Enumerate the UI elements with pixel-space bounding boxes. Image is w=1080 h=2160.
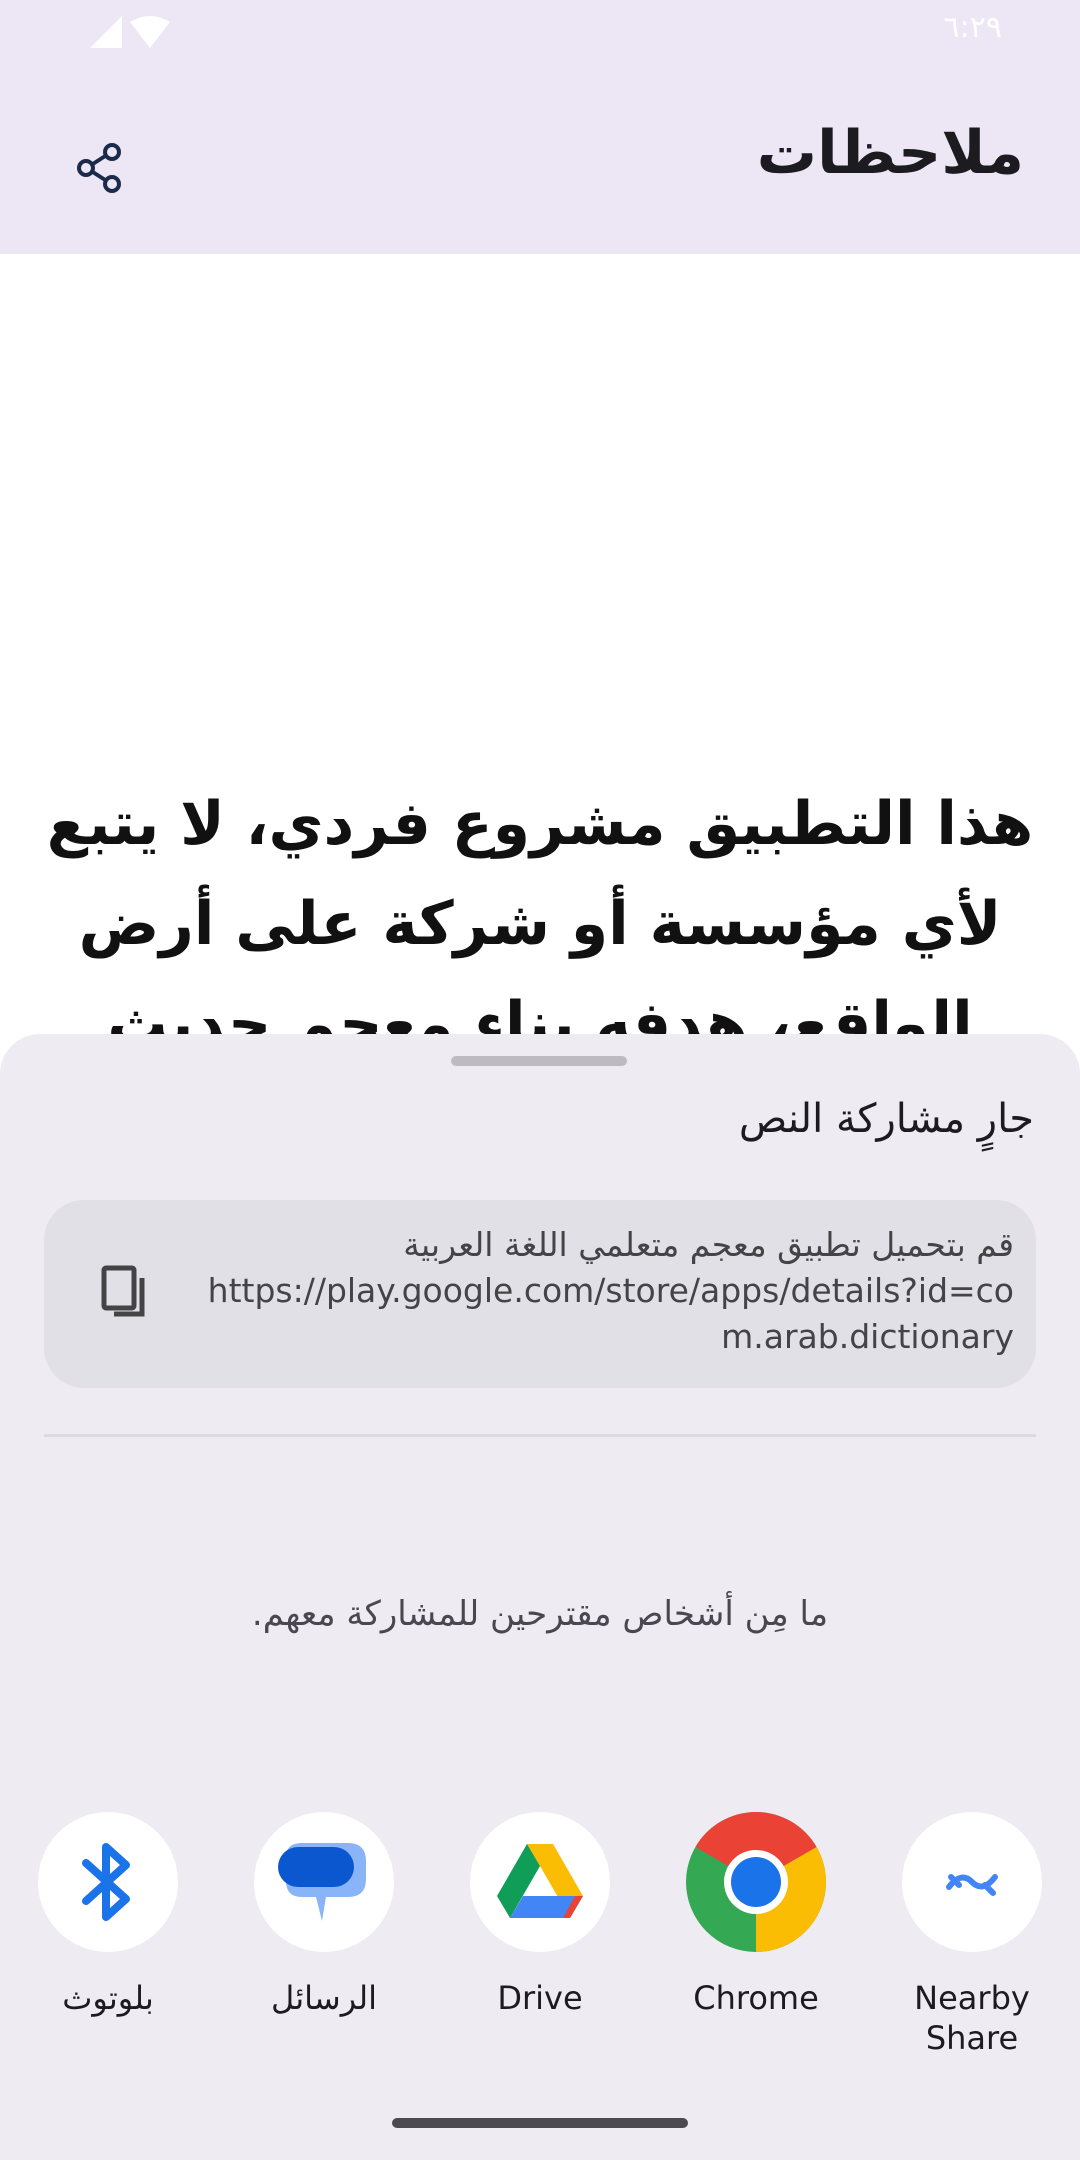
share-target-nearby[interactable]: Nearby Share xyxy=(882,1812,1062,2058)
share-targets: Nearby Share Chrome Drive الرسائل بلوتوث xyxy=(0,1812,1080,2112)
note-content: هذا التطبيق مشروع فردي، لا يتبع لأي مؤسس… xyxy=(0,254,1080,1054)
bluetooth-icon xyxy=(82,1843,130,1921)
copy-icon xyxy=(101,1265,145,1317)
page-title: ملاحظات xyxy=(756,118,1024,188)
share-target-messages[interactable]: الرسائل xyxy=(234,1812,414,2018)
share-target-label: بلوتوث xyxy=(62,1979,154,2017)
drive-icon xyxy=(497,1844,583,1918)
share-target-chrome[interactable]: Chrome xyxy=(666,1812,846,2018)
share-target-label: الرسائل xyxy=(271,1979,377,2017)
share-button[interactable] xyxy=(60,128,140,208)
share-sheet: جارٍ مشاركة النص قم بتحميل تطبيق معجم مت… xyxy=(0,1034,1080,2160)
status-bar: ٦:٢٩ xyxy=(0,0,1080,60)
app-bar: ملاحظات xyxy=(0,60,1080,254)
drag-handle[interactable] xyxy=(451,1056,627,1066)
signal-wifi-icons xyxy=(90,16,170,48)
share-icon xyxy=(77,143,121,193)
share-target-label: Nearby Share xyxy=(914,1979,1030,2057)
share-target-bluetooth[interactable]: بلوتوث xyxy=(18,1812,198,2018)
gesture-nav-handle[interactable] xyxy=(392,2118,688,2128)
shared-text-preview: قم بتحميل تطبيق معجم متعلمي اللغة العربي… xyxy=(44,1200,1036,1388)
nearby-share-icon xyxy=(946,1874,998,1896)
divider xyxy=(44,1434,1036,1437)
share-target-label: Chrome xyxy=(693,1979,819,2017)
share-target-label: Drive xyxy=(497,1979,583,2017)
note-text: هذا التطبيق مشروع فردي، لا يتبع لأي مؤسس… xyxy=(46,789,1034,1054)
copy-button[interactable] xyxy=(88,1256,168,1336)
chrome-icon xyxy=(686,1812,826,1952)
messages-icon xyxy=(278,1843,366,1921)
share-target-drive[interactable]: Drive xyxy=(450,1812,630,2018)
preview-text: قم بتحميل تطبيق معجم متعلمي اللغة العربي… xyxy=(194,1222,1014,1360)
no-suggested-people-text: ما مِن أشخاص مقترحين للمشاركة معهم. xyxy=(251,1594,829,1634)
status-time: ٦:٢٩ xyxy=(943,10,1002,45)
preview-line: قم بتحميل تطبيق معجم متعلمي اللغة العربي… xyxy=(403,1225,1014,1264)
preview-url: https://play.google.com/store/apps/detai… xyxy=(207,1271,1014,1356)
share-sheet-title: جارٍ مشاركة النص xyxy=(738,1096,1034,1142)
